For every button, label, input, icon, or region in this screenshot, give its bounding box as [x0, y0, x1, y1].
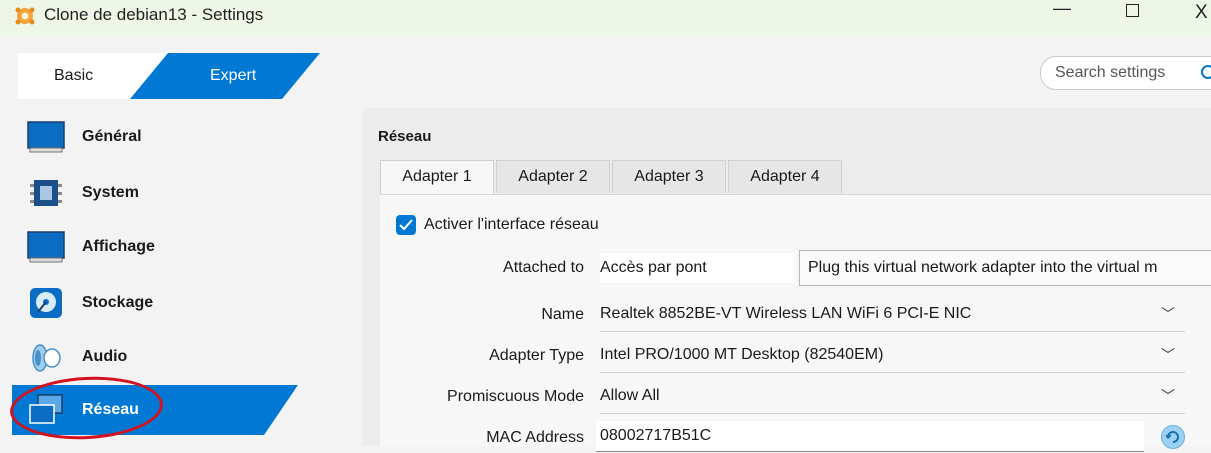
enable-adapter-label: Activer l'interface réseau [424, 216, 599, 233]
display-icon [27, 231, 65, 263]
sidebar-item-label: System [82, 184, 139, 201]
name-select[interactable]: Realtek 8852BE-VT Wireless LAN WiFi 6 PC… [600, 299, 1185, 332]
checkmark-icon [399, 219, 413, 231]
tab-adapter-3[interactable]: Adapter 3 [612, 160, 726, 193]
mode-bar: Basic Expert Search settings [0, 36, 1211, 102]
sidebar: Général System Affichage Stockage Audio … [0, 108, 310, 446]
tab-adapter-4[interactable]: Adapter 4 [728, 160, 842, 193]
sidebar-item-audio[interactable]: Audio [12, 332, 298, 382]
window-title: Clone de debian13 - Settings [44, 5, 264, 24]
mac-address-input[interactable]: 08002717B51C [596, 421, 1144, 452]
sidebar-item-label: Stockage [82, 294, 154, 311]
close-button[interactable]: X [1195, 2, 1208, 24]
search-icon [1201, 65, 1211, 79]
adapter-type-value: Intel PRO/1000 MT Desktop (82540EM) [600, 346, 884, 363]
enable-adapter-checkbox[interactable] [396, 215, 416, 235]
gear-icon [15, 7, 35, 25]
sidebar-item-stockage[interactable]: Stockage [12, 278, 298, 328]
mode-switch: Basic Expert [18, 53, 320, 99]
maximize-button[interactable] [1126, 4, 1139, 17]
adapter-content: Activer l'interface réseau Attached to A… [380, 194, 1211, 452]
promiscuous-mode-label: Promiscuous Mode [447, 388, 584, 405]
sidebar-item-affichage[interactable]: Affichage [12, 222, 298, 272]
attached-to-label: Attached to [503, 259, 584, 276]
sidebar-item-system[interactable]: System [12, 168, 298, 218]
tab-adapter-2[interactable]: Adapter 2 [496, 160, 610, 193]
sidebar-item-general[interactable]: Général [12, 112, 298, 162]
disk-icon [30, 288, 62, 318]
basic-mode-label: Basic [54, 67, 94, 84]
tooltip: Plug this virtual network adapter into t… [799, 250, 1211, 286]
name-label: Name [541, 306, 584, 323]
chevron-down-icon: ﹀ [1161, 347, 1175, 363]
sidebar-item-reseau[interactable]: Réseau [12, 385, 298, 435]
settings-panel: Réseau Adapter 1 Adapter 2 Adapter 3 Ada… [362, 108, 1211, 452]
mac-address-label: MAC Address [486, 429, 584, 446]
attached-to-select[interactable]: Accès par pont [600, 253, 795, 283]
adapter-type-label: Adapter Type [489, 347, 584, 364]
refresh-mac-button[interactable] [1161, 425, 1185, 449]
search-input[interactable]: Search settings [1040, 56, 1211, 90]
tab-adapter-1[interactable]: Adapter 1 [380, 160, 494, 196]
mac-address-value: 08002717B51C [600, 427, 712, 444]
speaker-icon [32, 344, 61, 372]
refresh-icon [1165, 431, 1179, 443]
title-bar: Clone de debian13 - Settings — X [0, 0, 1211, 36]
attached-to-value: Accès par pont [600, 259, 707, 276]
search-placeholder: Search settings [1055, 64, 1166, 81]
name-value: Realtek 8852BE-VT Wireless LAN WiFi 6 PC… [600, 305, 972, 322]
promiscuous-mode-select[interactable]: Allow All ﹀ [600, 381, 1185, 414]
monitor-icon [27, 121, 65, 153]
adapter-type-select[interactable]: Intel PRO/1000 MT Desktop (82540EM) ﹀ [600, 340, 1185, 373]
tooltip-text: Plug this virtual network adapter into t… [808, 259, 1158, 276]
section-title: Réseau [378, 128, 432, 145]
promiscuous-mode-value: Allow All [600, 387, 660, 404]
chevron-down-icon: ﹀ [1161, 306, 1175, 322]
chip-icon [30, 180, 62, 206]
sidebar-item-label: Réseau [82, 401, 139, 418]
network-icon [29, 394, 63, 424]
chevron-down-icon: ﹀ [1161, 388, 1175, 404]
sidebar-item-label: Général [82, 128, 142, 145]
sidebar-item-label: Audio [82, 348, 128, 365]
expert-mode-label: Expert [210, 67, 257, 84]
minimize-button[interactable]: — [1053, 0, 1071, 19]
sidebar-item-label: Affichage [82, 238, 155, 255]
